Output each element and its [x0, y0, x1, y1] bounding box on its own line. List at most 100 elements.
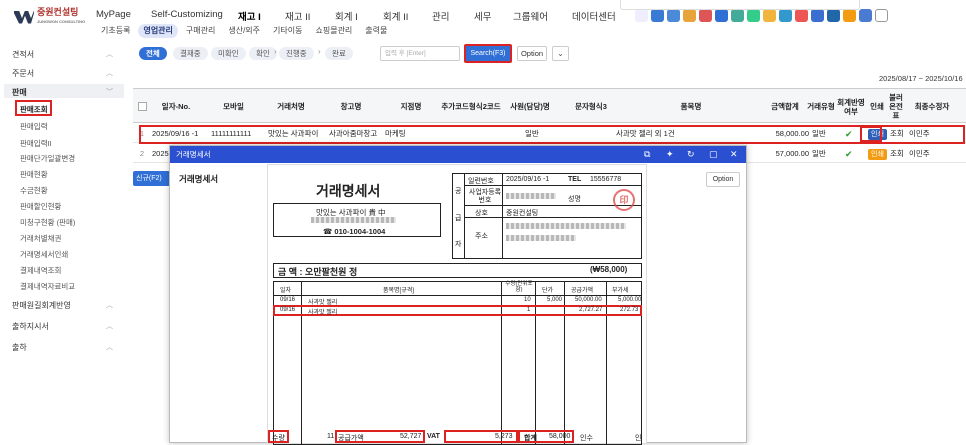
subnav-production[interactable]: 생산/외주	[223, 24, 265, 38]
filter-tab-inprogress[interactable]: 진행중	[279, 47, 314, 60]
settings-circle-icon[interactable]	[827, 9, 840, 22]
sidebar-sub-payment-history[interactable]: 결제내역조회	[20, 265, 61, 276]
filter-tab-confirmed[interactable]: 확인	[249, 47, 277, 60]
calendar-icon[interactable]	[731, 9, 744, 22]
filter-tab-done[interactable]: 완료	[325, 47, 353, 60]
search-input[interactable]: 입력 후 [Enter]	[380, 46, 460, 61]
col-header-text3[interactable]: 문자형식3	[561, 89, 621, 124]
menu-management[interactable]: 관리	[432, 9, 449, 23]
option-button[interactable]: Option	[517, 46, 547, 61]
menu-accounting-1[interactable]: 회계 I	[335, 9, 358, 23]
modal-option-button[interactable]: Option	[706, 172, 740, 187]
menu-accounting-2[interactable]: 회계 II	[383, 9, 408, 23]
video-icon[interactable]	[795, 9, 808, 22]
company-label: 상호	[475, 210, 488, 217]
table-row[interactable]: 1 2025/09/16 -1 11111111111 맛있는 사과파이 사과아…	[133, 125, 966, 143]
filter-tab-unconfirmed[interactable]: 미확인	[211, 47, 246, 60]
col-header-employee[interactable]: 사원(담당)명	[500, 89, 560, 124]
chevron-up-icon[interactable]: ︿	[106, 342, 113, 352]
sidebar-sub-unbilled[interactable]: 미청구현황 (판매)	[20, 217, 75, 228]
view-link[interactable]: 조회	[890, 145, 908, 163]
sidebar-item-order[interactable]: 주문서	[12, 68, 34, 79]
sidebar-sub-statement-print[interactable]: 거래명세서인쇄	[20, 249, 68, 260]
col-header-date[interactable]: 일자-No.	[151, 89, 201, 124]
sidebar-sub-payment-compare[interactable]: 결제내역자료비교	[20, 281, 75, 292]
folder-icon[interactable]	[763, 9, 776, 22]
sidebar-sub-price-change[interactable]: 판매단가일괄변경	[20, 153, 75, 164]
col-header-total[interactable]: 금액합계	[763, 89, 807, 124]
filter-tab-approving[interactable]: 결재중	[173, 47, 208, 60]
sidebar-sub-receivables[interactable]: 거래처별채권	[20, 233, 61, 244]
option-dropdown-button[interactable]: ⌄	[552, 46, 569, 61]
col-header-customer[interactable]: 거래처명	[263, 89, 319, 124]
chevron-up-icon[interactable]: ︿	[106, 68, 113, 78]
message-icon[interactable]	[667, 9, 680, 22]
col-header-type[interactable]: 거래유형	[807, 89, 835, 124]
sidebar-item-quote[interactable]: 견적서	[12, 49, 34, 60]
subnav-basic[interactable]: 기초등록	[96, 24, 135, 38]
subnav-purchase[interactable]: 구매관리	[181, 24, 220, 38]
company-logo[interactable]: 중원컨설팅 JUNGWON CONSULTING	[14, 8, 85, 26]
maximize-icon[interactable]: ▢	[709, 146, 718, 163]
sidebar-sub-sales-entry[interactable]: 판매입력	[20, 121, 48, 132]
print-button[interactable]: 인쇄	[868, 129, 887, 140]
chevron-up-icon[interactable]: ︿	[106, 321, 113, 331]
excel-icon[interactable]	[747, 9, 760, 22]
col-header-item[interactable]: 품목명	[621, 89, 761, 124]
sidebar-sub-discount-status[interactable]: 판매할인현황	[20, 201, 61, 212]
sidebar-item-shipping[interactable]: 출하	[12, 342, 27, 353]
view-link[interactable]: 조회	[890, 125, 908, 143]
mail-icon[interactable]	[715, 9, 728, 22]
modal-titlebar[interactable]: 거래명세서	[170, 146, 746, 163]
search-button[interactable]: Search(F3)	[464, 44, 512, 63]
col-header-editor[interactable]: 최종수정자	[907, 89, 957, 124]
sidebar-item-sales[interactable]: 판매	[12, 87, 27, 98]
menu-icon[interactable]	[875, 9, 888, 22]
alert-icon[interactable]	[699, 9, 712, 22]
new-button[interactable]: 신규(F2)	[133, 171, 170, 186]
notice-icon[interactable]	[683, 9, 696, 22]
menu-mypage[interactable]: MyPage	[96, 9, 131, 20]
sidebar-sub-sales-status[interactable]: 판매현황	[20, 169, 48, 180]
col-header-mobile[interactable]: 모바일	[211, 89, 256, 124]
refresh-icon[interactable]: ↻	[687, 146, 695, 163]
external-link-icon[interactable]: ⧉	[644, 146, 650, 163]
sidebar-item-shipping-order[interactable]: 출하지시서	[12, 321, 49, 332]
close-icon[interactable]: ✕	[730, 146, 738, 163]
row-date[interactable]: 2025/09/16 -1	[152, 125, 212, 143]
col-header-print[interactable]: 인쇄	[867, 89, 887, 124]
chevron-up-icon[interactable]: ︿	[106, 49, 113, 59]
subnav-shoppingmall[interactable]: 쇼핑몰관리	[310, 24, 357, 38]
menu-self-customizing[interactable]: Self-Customizing	[151, 9, 223, 20]
sidebar-sub-sales-inquiry[interactable]: 판매조회	[20, 104, 48, 115]
chevron-down-icon[interactable]: ﹀	[106, 87, 113, 97]
pin-icon[interactable]: ✦	[666, 146, 674, 163]
bookmark-icon[interactable]	[843, 9, 856, 22]
col-header-accounting[interactable]: 회계반영여부	[835, 89, 867, 124]
company-seal: 印	[613, 189, 635, 211]
subnav-print[interactable]: 출력물	[360, 24, 392, 38]
subnav-other-move[interactable]: 기타이동	[268, 24, 307, 38]
help-icon[interactable]	[811, 9, 824, 22]
chevron-up-icon[interactable]: ︿	[106, 300, 113, 310]
col-header-branch[interactable]: 지점명	[383, 89, 439, 124]
col-header-loaded[interactable]: 불러온전표	[887, 89, 905, 124]
menu-tax[interactable]: 세무	[474, 9, 491, 23]
col-header-warehouse[interactable]: 창고명	[323, 89, 379, 124]
sidebar-sub-sales-entry-2[interactable]: 판매입력II	[20, 138, 52, 149]
menu-inventory-1[interactable]: 재고 I	[238, 9, 261, 23]
filter-tab-all[interactable]: 전체	[139, 47, 167, 60]
sidebar-item-sales-accounting[interactable]: 판매원길회계반영	[12, 300, 71, 311]
select-all-checkbox[interactable]	[135, 89, 149, 124]
sidebar-sub-collection-status[interactable]: 수금현황	[20, 185, 48, 196]
search-icon[interactable]	[635, 9, 648, 22]
menu-inventory-2[interactable]: 재고 II	[285, 9, 310, 23]
grid-icon[interactable]	[859, 9, 872, 22]
refresh-icon[interactable]	[651, 9, 664, 22]
print-button[interactable]: 인쇄	[868, 149, 887, 160]
col-header-extra-code[interactable]: 추가코드형식2코드	[441, 89, 501, 124]
menu-groupware[interactable]: 그룹웨어	[513, 9, 548, 23]
subnav-sales[interactable]: 영업관리	[138, 24, 178, 38]
chat-icon[interactable]	[779, 9, 792, 22]
menu-datacenter[interactable]: 데이터센터	[572, 9, 616, 23]
